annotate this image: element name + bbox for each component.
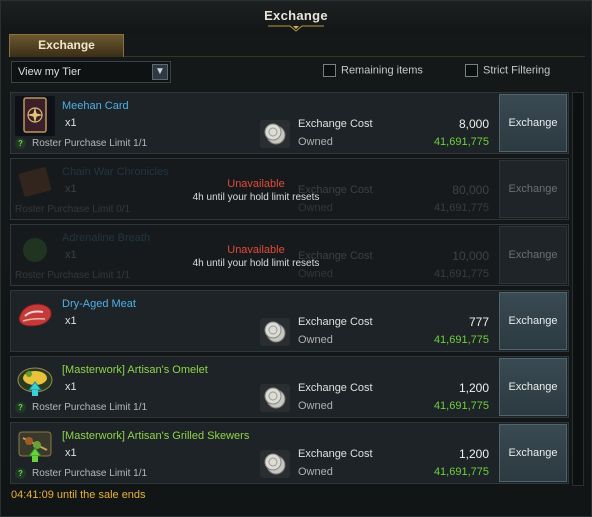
list-item: [Masterwork] Artisan's Omelet x1 ? Roster… (10, 356, 569, 418)
filter-controls: View my Tier ▼ Remaining items Strict Fi… (11, 61, 581, 83)
exchange-button[interactable]: Exchange (499, 94, 567, 152)
owned-label: Owned (298, 400, 333, 412)
exchange-cost-label: Exchange Cost (298, 382, 373, 394)
purchase-limit-text: Roster Purchase Limit 1/1 (15, 270, 131, 281)
owned-label: Owned (298, 466, 333, 478)
exchange-button[interactable]: Exchange (499, 292, 567, 350)
unavailable-notice: Unavailable 4h until your hold limit res… (11, 244, 501, 269)
silver-coin-icon (260, 384, 290, 412)
owned-label: Owned (298, 202, 333, 214)
purchase-limit-text: Roster Purchase Limit 1/1 (32, 468, 148, 479)
exchange-button[interactable]: Exchange (499, 424, 567, 482)
item-name: [Masterwork] Artisan's Omelet (62, 364, 208, 376)
unavailable-title: Unavailable (227, 178, 285, 190)
item-name: Chain War Chronicles (62, 166, 169, 178)
tab-bar: Exchange (9, 34, 585, 57)
list-item: Dry-Aged Meat x1 Exchange Cost Owned 777… (10, 290, 569, 352)
owned-label: Owned (298, 268, 333, 280)
tier-select[interactable]: View my Tier ▼ (11, 61, 171, 83)
list-scrollbar[interactable] (572, 92, 584, 486)
help-icon[interactable]: ? (15, 402, 26, 413)
strict-filtering-checkbox[interactable] (465, 64, 478, 77)
purchase-limit-text: Roster Purchase Limit 0/1 (15, 204, 131, 215)
chevron-down-icon[interactable]: ▼ (152, 64, 168, 80)
exchange-cost-value: 1,200 (458, 381, 489, 395)
title-bar: Exchange (1, 1, 591, 33)
exchange-button[interactable]: Exchange (499, 226, 567, 284)
owned-value: 41,691,775 (433, 400, 489, 412)
tier-select-value: View my Tier (18, 66, 81, 78)
sale-timer: 04:41:09 until the sale ends (11, 489, 146, 501)
remaining-items-toggle[interactable]: Remaining items (323, 64, 423, 80)
strict-filtering-toggle[interactable]: Strict Filtering (465, 64, 550, 80)
item-quantity: x1 (65, 117, 77, 129)
exchange-cost-label: Exchange Cost (298, 316, 373, 328)
title-ornament-icon (268, 25, 324, 32)
exchange-button[interactable]: Exchange (499, 160, 567, 218)
exchange-cost-value: 1,200 (458, 447, 489, 461)
exchange-cost-value: 8,000 (458, 117, 489, 131)
item-quantity: x1 (65, 381, 77, 393)
purchase-limit: ? Roster Purchase Limit 1/1 (15, 402, 147, 413)
unavailable-title: Unavailable (227, 244, 285, 256)
strict-filtering-label: Strict Filtering (483, 64, 551, 77)
remaining-items-label: Remaining items (341, 64, 423, 77)
omelet-icon (15, 360, 55, 400)
silver-coin-icon (260, 450, 290, 478)
purchase-limit-text: Roster Purchase Limit 1/1 (32, 402, 148, 413)
owned-label: Owned (298, 136, 333, 148)
help-icon[interactable]: ? (15, 468, 26, 479)
list-item: Chain War Chronicles x1 Roster Purchase … (10, 158, 569, 220)
exchange-button[interactable]: Exchange (499, 358, 567, 416)
skewers-icon (15, 426, 55, 466)
exchange-cost-value: 777 (468, 315, 489, 329)
unavailable-reason: 4h until your hold limit resets (192, 192, 320, 203)
remaining-items-checkbox[interactable] (323, 64, 336, 77)
purchase-limit: ? Roster Purchase Limit 1/1 (15, 468, 147, 479)
tab-exchange[interactable]: Exchange (9, 34, 124, 57)
item-name: Adrenaline Breath (62, 232, 151, 244)
exchange-cost-label: Exchange Cost (298, 118, 373, 130)
list-item: Adrenaline Breath x1 Roster Purchase Lim… (10, 224, 569, 286)
purchase-limit-text: Roster Purchase Limit 1/1 (32, 138, 148, 149)
unavailable-reason: 4h until your hold limit resets (192, 258, 320, 269)
item-name: [Masterwork] Artisan's Grilled Skewers (62, 430, 250, 442)
exchange-cost-label: Exchange Cost (298, 448, 373, 460)
help-icon[interactable]: ? (15, 138, 26, 149)
item-quantity: x1 (65, 315, 77, 327)
list-item: Meehan Card x1 ? Roster Purchase Limit 1/… (10, 92, 569, 154)
item-name: Dry-Aged Meat (62, 298, 136, 310)
silver-coin-icon (260, 318, 290, 346)
list-item: [Masterwork] Artisan's Grilled Skewers x… (10, 422, 569, 484)
item-name: Meehan Card (62, 100, 129, 112)
unavailable-notice: Unavailable 4h until your hold limit res… (11, 178, 501, 203)
item-quantity: x1 (65, 447, 77, 459)
exchange-window: Exchange Exchange View my Tier ▼ Remaini… (0, 0, 592, 517)
silver-coin-icon (260, 120, 290, 148)
card-icon (15, 96, 55, 136)
owned-value: 41,691,775 (433, 136, 489, 148)
window-title: Exchange (264, 8, 328, 23)
purchase-limit: ? Roster Purchase Limit 1/1 (15, 138, 147, 149)
owned-value: 41,691,775 (433, 268, 489, 280)
owned-value: 41,691,775 (433, 202, 489, 214)
exchange-list: Meehan Card x1 ? Roster Purchase Limit 1/… (10, 92, 569, 487)
meat-icon (15, 294, 55, 334)
owned-label: Owned (298, 334, 333, 346)
owned-value: 41,691,775 (433, 466, 489, 478)
owned-value: 41,691,775 (433, 334, 489, 346)
